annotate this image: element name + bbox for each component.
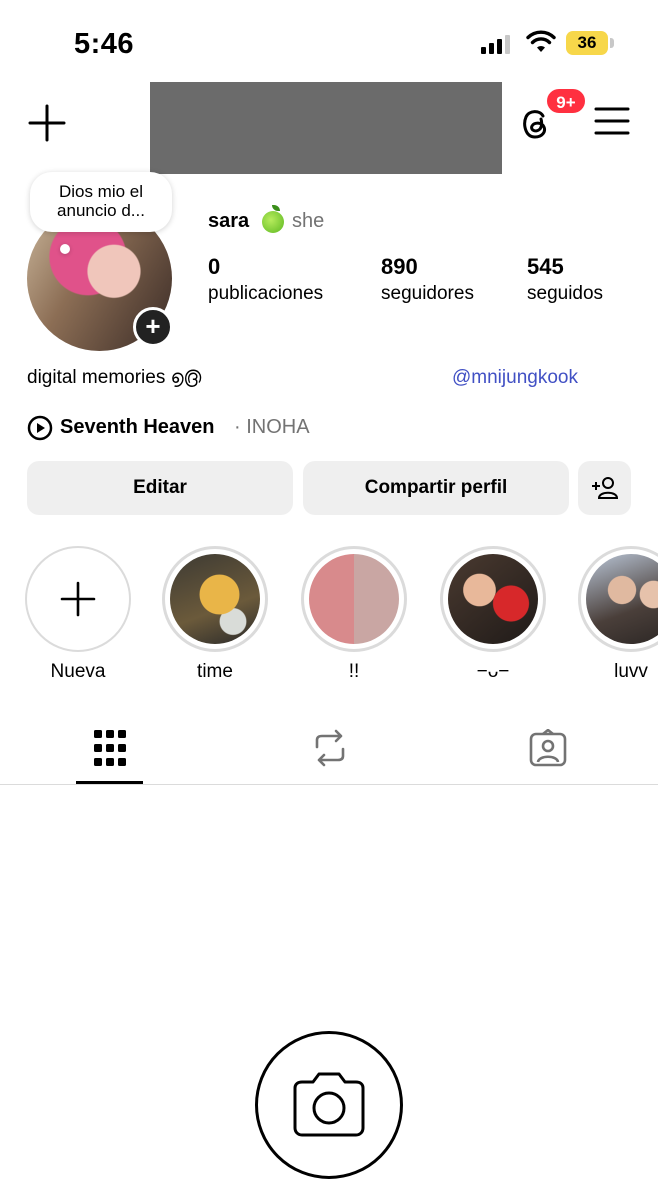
note-bubble[interactable]: Dios mio el anuncio d... xyxy=(30,172,172,232)
play-music-icon[interactable] xyxy=(27,415,53,441)
redacted-username-block xyxy=(150,82,502,174)
plus-icon xyxy=(60,581,96,617)
bio-text: digital memories ൭൫ xyxy=(27,367,202,388)
tagged-tab-icon[interactable] xyxy=(529,729,567,767)
wifi-icon xyxy=(526,30,556,52)
music-song-title[interactable]: Seventh Heaven xyxy=(60,416,215,439)
notification-badge[interactable]: 9+ xyxy=(545,87,587,115)
green-apple-emoji xyxy=(262,211,284,233)
highlight-label: Nueva xyxy=(50,661,106,682)
share-photo-button[interactable] xyxy=(255,1031,403,1179)
posts-count[interactable]: 0 xyxy=(208,254,220,280)
new-highlight-button[interactable] xyxy=(25,546,131,652)
highlight-cover xyxy=(170,554,260,644)
highlight-face[interactable] xyxy=(440,546,546,652)
following-label[interactable]: seguidos xyxy=(527,283,603,305)
highlight-time[interactable] xyxy=(162,546,268,652)
highlight-label: luvv xyxy=(614,661,648,682)
highlight-cover xyxy=(309,554,399,644)
highlight-luvv[interactable] xyxy=(578,546,658,652)
following-count[interactable]: 545 xyxy=(527,254,564,280)
posts-label[interactable]: publicaciones xyxy=(208,283,323,305)
battery-nub xyxy=(610,38,614,48)
posts-grid-tab-icon[interactable] xyxy=(93,729,127,767)
reposts-tab-icon[interactable] xyxy=(313,729,347,767)
followers-count[interactable]: 890 xyxy=(381,254,418,280)
tab-divider xyxy=(0,784,658,785)
cellular-signal-icon xyxy=(481,34,510,54)
bio-mention-link[interactable]: @mnijungkook xyxy=(452,367,578,389)
battery-indicator: 36 xyxy=(566,31,608,55)
followers-label[interactable]: seguidores xyxy=(381,283,474,305)
create-plus-icon[interactable] xyxy=(28,104,66,142)
highlight-label: !! xyxy=(348,661,360,682)
menu-icon[interactable] xyxy=(594,106,630,136)
status-time: 5:46 xyxy=(74,28,135,60)
camera-icon xyxy=(293,1072,365,1137)
highlight-cover xyxy=(586,554,658,644)
share-profile-button[interactable]: Compartir perfil xyxy=(303,461,569,515)
discover-people-button[interactable] xyxy=(578,461,631,515)
edit-profile-button[interactable]: Editar xyxy=(27,461,293,515)
music-artist[interactable]: · INOHA xyxy=(234,416,310,439)
profile-name: sara xyxy=(208,210,250,232)
add-person-icon xyxy=(591,477,618,499)
pronouns: she xyxy=(292,210,325,232)
highlight-label: time xyxy=(197,661,233,682)
highlight-cover xyxy=(448,554,538,644)
highlight-exclamations[interactable] xyxy=(301,546,407,652)
highlight-label: −ᴗ− xyxy=(476,661,510,682)
add-story-button[interactable]: + xyxy=(133,307,173,347)
note-bubble-tail xyxy=(60,244,70,254)
